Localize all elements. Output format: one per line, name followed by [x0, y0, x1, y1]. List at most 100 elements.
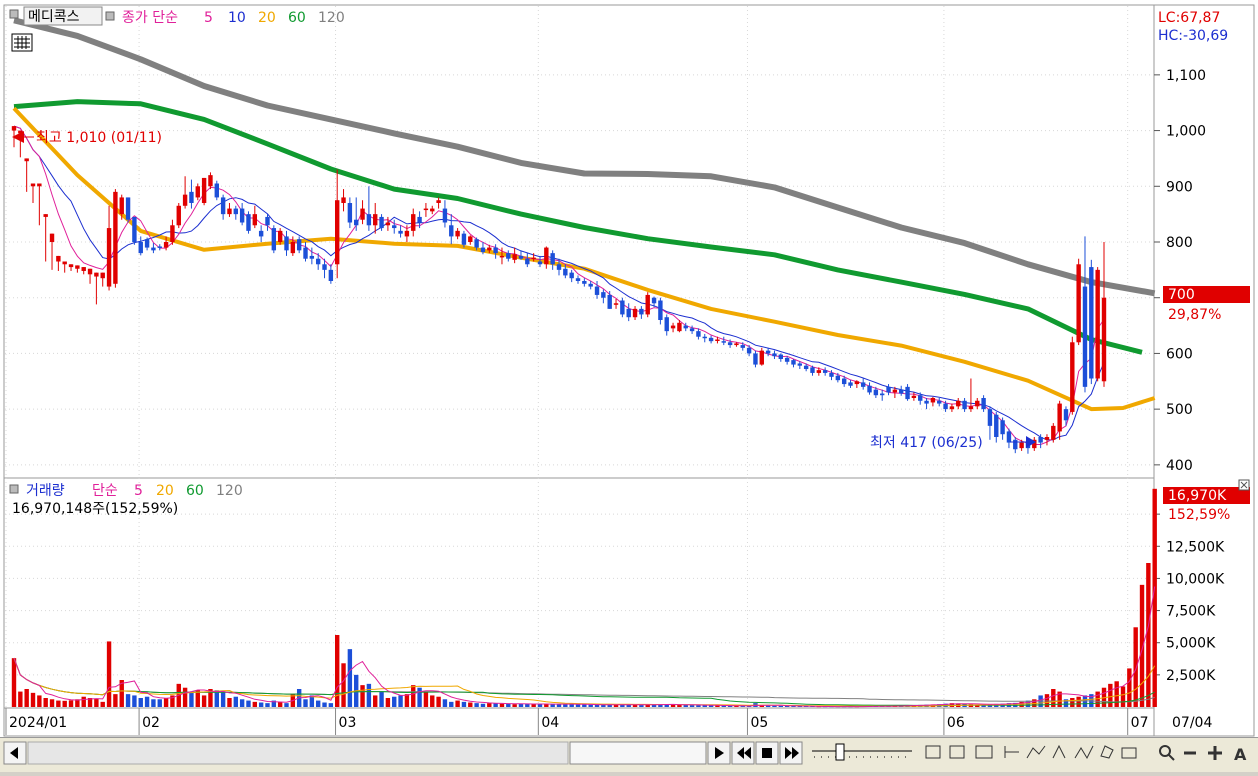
lc-label: LC:67,87 — [1158, 10, 1220, 26]
candle — [113, 189, 118, 288]
volume-bar — [30, 692, 36, 707]
fast-forward-button[interactable] — [779, 741, 803, 765]
volume-bar — [639, 705, 644, 707]
tile-layout-icon[interactable] — [949, 745, 965, 759]
volume-bar — [404, 694, 410, 707]
volume-tick-label: 2,500K — [1166, 668, 1216, 684]
volume-bar — [601, 704, 606, 707]
indicator-toggle-icon[interactable] — [105, 11, 115, 21]
trend-line-icon[interactable] — [1026, 745, 1046, 759]
grid-toggle-icon[interactable] — [975, 745, 993, 759]
candle — [1095, 267, 1100, 382]
volume-bar — [18, 691, 23, 707]
volume-legend-ma5[interactable]: 5 — [134, 483, 143, 499]
volume-bar — [582, 704, 587, 707]
play-button[interactable] — [707, 741, 731, 765]
rewind-button[interactable] — [731, 741, 755, 765]
x-tick-label: 05 — [750, 715, 768, 731]
volume-tick-label: 7,500K — [1166, 604, 1216, 620]
legend-ma60[interactable]: 60 — [288, 10, 306, 26]
legend-toggle-icon[interactable] — [9, 9, 19, 19]
volume-bar — [468, 702, 473, 707]
volume-bar — [233, 696, 239, 707]
volume-title: 거래량 — [26, 483, 65, 499]
volume-bar — [1114, 681, 1119, 707]
zoom-in-icon[interactable] — [1208, 746, 1222, 760]
volume-bar — [195, 690, 200, 707]
legend-ma20[interactable]: 20 — [258, 10, 276, 26]
volume-bar — [632, 704, 638, 707]
legend-ma5[interactable]: 5 — [204, 10, 213, 26]
volume-bar — [220, 691, 226, 707]
volume-bar — [588, 704, 593, 707]
candle — [176, 203, 181, 229]
volume-indicator: 단순 — [92, 483, 118, 499]
save-image-icon[interactable] — [1121, 747, 1137, 759]
current-change: 29,87% — [1168, 307, 1221, 323]
current-price-value: 700 — [1168, 287, 1195, 303]
volume-bar — [499, 703, 505, 707]
x-axis-band — [3, 707, 1155, 737]
candle — [1076, 258, 1081, 346]
volume-bar — [423, 691, 429, 707]
volume-bar — [81, 696, 86, 707]
volume-bar — [569, 704, 574, 707]
volume-tick-label: 10,000K — [1166, 571, 1225, 587]
volume-bar — [544, 704, 549, 707]
volume-bar — [1076, 696, 1081, 707]
volume-bar — [385, 698, 391, 707]
volume-bar — [138, 698, 143, 707]
volume-bar — [474, 703, 479, 707]
price-tick-label: 400 — [1166, 458, 1193, 474]
volume-bar — [373, 695, 378, 707]
scroll-track[interactable] — [27, 741, 569, 765]
volume-bar — [480, 703, 486, 707]
volume-bar — [360, 685, 365, 707]
x-tick-label: 06 — [947, 715, 965, 731]
volume-bar — [157, 699, 162, 707]
y-axis-band — [1153, 4, 1255, 737]
font-size-icon[interactable]: A — [1234, 745, 1247, 764]
volume-bar — [49, 699, 55, 707]
table-view-icon[interactable] — [11, 33, 33, 52]
volume-bar — [347, 649, 353, 707]
fibonacci-icon[interactable] — [1052, 744, 1066, 759]
volume-legend-ma120[interactable]: 120 — [216, 483, 243, 499]
volume-bar — [227, 698, 232, 707]
volume-bar — [392, 696, 397, 707]
stop-button[interactable] — [755, 741, 779, 765]
volume-bar — [24, 689, 29, 707]
tool-icons: A — [925, 744, 1247, 764]
price-tick-label: 1,100 — [1166, 68, 1206, 84]
volume-bar — [1108, 683, 1113, 707]
zoom-slider[interactable] — [812, 743, 912, 761]
volume-bar — [683, 704, 688, 707]
volume-bar — [144, 696, 150, 707]
x-tick-label: 04 — [541, 715, 559, 731]
volume-bar — [1139, 584, 1145, 707]
volume-panel-close-icon[interactable] — [1238, 479, 1250, 491]
low-marker-label: 최저 417 (06/25) — [870, 435, 983, 451]
wave-icon[interactable] — [1074, 745, 1094, 760]
legend-ma120[interactable]: 120 — [318, 10, 345, 26]
price-tick-label: 600 — [1166, 346, 1193, 362]
eraser-icon[interactable] — [1100, 745, 1114, 759]
volume-legend-ma60[interactable]: 60 — [186, 483, 204, 499]
volume-bar — [68, 700, 74, 707]
candle — [201, 177, 207, 206]
volume-bar — [430, 695, 435, 707]
candle — [132, 216, 137, 245]
legend-ma10[interactable]: 10 — [228, 10, 246, 26]
volume-legend-ma20[interactable]: 20 — [156, 483, 174, 499]
volume-bar — [1120, 686, 1126, 707]
window-layout-icon[interactable] — [925, 745, 941, 759]
search-icon[interactable] — [1159, 745, 1175, 761]
price-tick-label: 900 — [1166, 179, 1193, 195]
volume-bar — [379, 691, 384, 707]
volume-legend-toggle-icon[interactable] — [9, 484, 19, 494]
scroll-left-button[interactable] — [3, 741, 27, 765]
volume-bar — [214, 690, 219, 707]
crosshair-icon[interactable] — [1004, 746, 1019, 758]
volume-bar — [151, 699, 156, 707]
scroll-thumb[interactable] — [569, 741, 707, 765]
